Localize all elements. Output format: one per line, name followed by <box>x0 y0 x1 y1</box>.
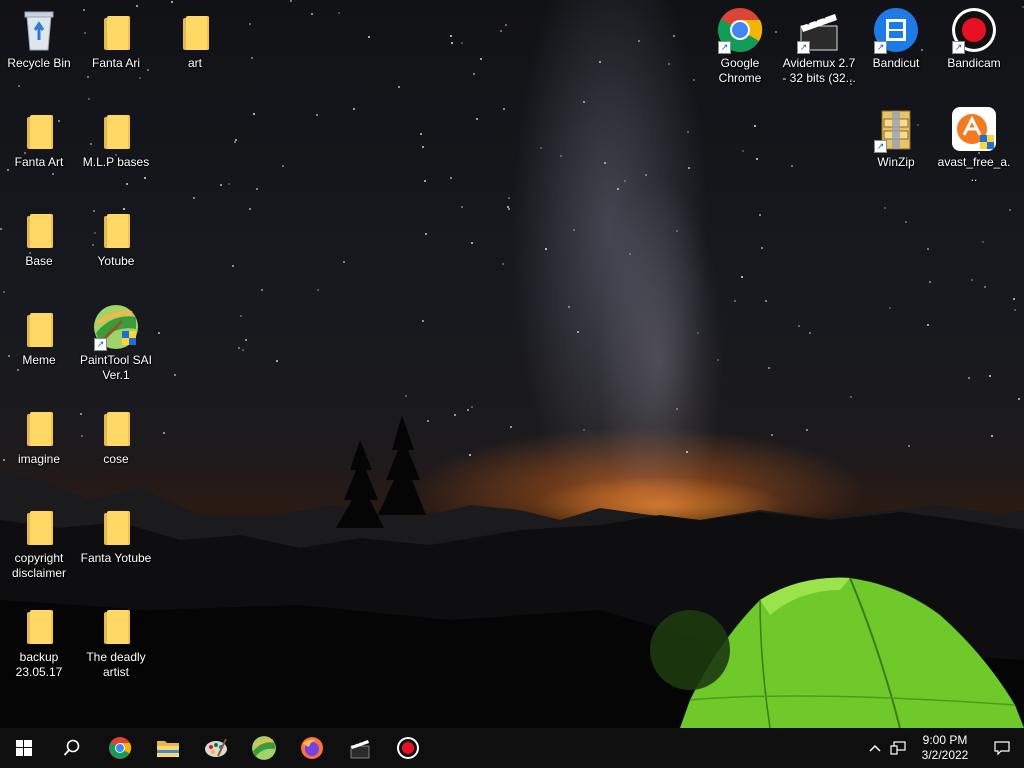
taskbar-firefox[interactable] <box>288 728 336 768</box>
desktop-icon-label: Bandicam <box>947 56 1001 70</box>
folder-icon <box>15 600 63 648</box>
avast-icon <box>950 105 998 153</box>
bandicam-icon: ↗ <box>950 6 998 54</box>
desktop-icon-avast[interactable]: avast_free_a... <box>936 105 1012 185</box>
desktop-icon-base[interactable]: Base <box>1 204 77 269</box>
desktop-icon-fanta-art[interactable]: Fanta Art <box>1 105 77 170</box>
desktop-icon-label: copyright disclaimer <box>11 551 66 580</box>
taskbar-bandicam[interactable] <box>384 728 432 768</box>
desktop-icon-label: Recycle Bin <box>7 56 71 70</box>
system-tray: 9:00 PM 3/2/2022 <box>864 728 1024 768</box>
shortcut-arrow-icon: ↗ <box>952 41 965 54</box>
desktop-icon-label: Fanta Yotube <box>80 551 152 565</box>
desktop-icon-label: Google Chrome <box>718 56 762 85</box>
folder-icon <box>15 402 63 450</box>
search-button[interactable] <box>48 728 96 768</box>
desktop-icon-label: PaintTool SAI Ver.1 <box>79 353 153 382</box>
desktop-icon-art[interactable]: art <box>157 6 233 71</box>
palette-icon <box>205 738 227 757</box>
desktop-icon-google-chrome[interactable]: ↗ Google Chrome <box>702 6 778 86</box>
folder-icon <box>92 402 140 450</box>
desktop-icon-recycle-bin[interactable]: Recycle Bin <box>1 6 77 71</box>
desktop-icon-label: WinZip <box>877 155 915 169</box>
folder-icon <box>171 6 219 54</box>
desktop-icon-label: Base <box>25 254 53 268</box>
taskbar: 9:00 PM 3/2/2022 <box>0 728 1024 768</box>
desktop-icon-avidemux[interactable]: ↗ Avidemux 2.7 - 32 bits (32... <box>781 6 857 86</box>
taskbar-chrome[interactable] <box>96 728 144 768</box>
clock-date: 3/2/2022 <box>921 748 969 762</box>
desktop-icon-label: cose <box>103 452 129 466</box>
firefox-icon <box>301 737 323 759</box>
bandicut-icon: ↗ <box>872 6 920 54</box>
desktop-icon-yotube[interactable]: Yotube <box>78 204 154 269</box>
desktop-icon-winzip[interactable]: ↗ WinZip <box>858 105 934 170</box>
desktop-icon-meme[interactable]: Meme <box>1 303 77 368</box>
shortcut-arrow-icon: ↗ <box>718 41 731 54</box>
desktop-icon-label: avast_free_a... <box>937 155 1011 184</box>
folder-icon <box>92 501 140 549</box>
shortcut-arrow-icon: ↗ <box>94 338 107 351</box>
shortcut-arrow-icon: ↗ <box>797 41 810 54</box>
winzip-icon: ↗ <box>872 105 920 153</box>
desktop-icon-label: M.L.P bases <box>82 155 150 169</box>
desktop-icon-label: The deadly artist <box>86 650 146 679</box>
desktop-icon-bandicut[interactable]: ↗ Bandicut <box>858 6 934 71</box>
chrome-icon <box>109 737 132 759</box>
taskbar-file-explorer[interactable] <box>144 728 192 768</box>
network-icon <box>890 741 906 755</box>
clapperboard-icon <box>350 738 370 759</box>
desktop-icon-painttool-sai[interactable]: ↗ PaintTool SAI Ver.1 <box>78 303 154 383</box>
folder-icon <box>15 501 63 549</box>
chrome-icon: ↗ <box>716 6 764 54</box>
desktop-icon-label: Yotube <box>97 254 135 268</box>
windows-icon <box>16 740 32 756</box>
desktop-icon-copyright-disclaimer[interactable]: copyright disclaimer <box>1 501 77 581</box>
folder-icon <box>92 6 140 54</box>
desktop-icon-imagine[interactable]: imagine <box>1 402 77 467</box>
search-icon <box>63 739 80 756</box>
action-center-button[interactable] <box>980 728 1024 768</box>
shortcut-arrow-icon: ↗ <box>874 41 887 54</box>
desktop-icon-label: art <box>187 56 202 70</box>
desktop-icon-backup[interactable]: backup 23.05.17 <box>1 600 77 680</box>
desktop-icon-label: Avidemux 2.7 - 32 bits (32... <box>782 56 856 85</box>
record-icon <box>397 737 419 759</box>
taskbar-painttool-sai[interactable] <box>240 728 288 768</box>
desktop-icon-label: imagine <box>17 452 61 466</box>
recycle-bin-icon <box>15 6 63 54</box>
desktop-icon-label: Fanta Ari <box>91 56 141 70</box>
start-button[interactable] <box>0 728 48 768</box>
network-button[interactable] <box>886 728 910 768</box>
desktop-icon-label: Fanta Art <box>14 155 64 169</box>
folder-icon <box>15 204 63 252</box>
folder-icon <box>15 105 63 153</box>
show-hidden-icons-button[interactable] <box>864 728 886 768</box>
chevron-up-icon <box>869 744 881 752</box>
folder-icon <box>92 105 140 153</box>
clapperboard-icon: ↗ <box>795 6 843 54</box>
desktop-icon-label: Meme <box>22 353 56 367</box>
notification-icon <box>994 741 1010 756</box>
clock-time: 9:00 PM <box>922 733 968 747</box>
taskbar-paint[interactable] <box>192 728 240 768</box>
desktop-icon-cose[interactable]: cose <box>78 402 154 467</box>
desktop-icon-the-deadly-artist[interactable]: The deadly artist <box>78 600 154 680</box>
taskbar-clock[interactable]: 9:00 PM 3/2/2022 <box>910 733 980 763</box>
painttool-sai-icon <box>252 736 276 760</box>
folder-icon <box>157 741 179 757</box>
desktop-icon-label: backup 23.05.17 <box>15 650 63 679</box>
painttool-sai-icon: ↗ <box>92 303 140 351</box>
folder-icon <box>92 204 140 252</box>
desktop-icon-bandicam[interactable]: ↗ Bandicam <box>936 6 1012 71</box>
taskbar-avidemux[interactable] <box>336 728 384 768</box>
desktop-icon-label: Bandicut <box>872 56 920 70</box>
folder-icon <box>15 303 63 351</box>
folder-icon <box>92 600 140 648</box>
desktop-icon-mlp-bases[interactable]: M.L.P bases <box>78 105 154 170</box>
desktop-icon-fanta-ari[interactable]: Fanta Ari <box>78 6 154 71</box>
shortcut-arrow-icon: ↗ <box>874 140 887 153</box>
desktop-icon-fanta-yotube[interactable]: Fanta Yotube <box>78 501 154 566</box>
